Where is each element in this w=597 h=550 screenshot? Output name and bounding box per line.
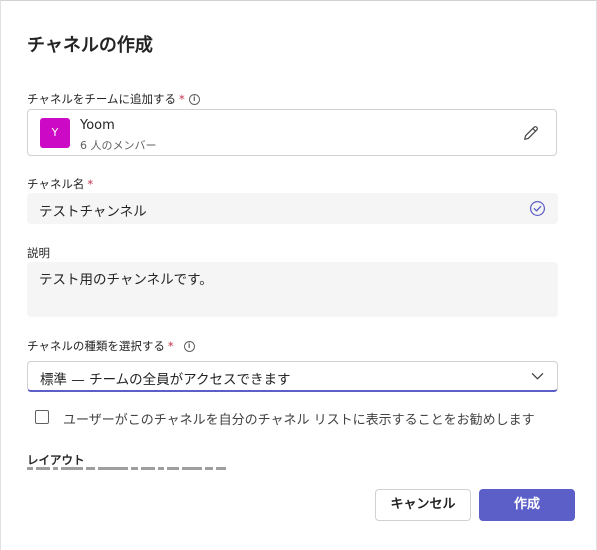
layout-options-cutoff [27,467,267,471]
channel-type-label-text: チャネルの種類を選択する [27,339,165,353]
channel-name-label-text: チャネル名 [27,177,85,191]
dialog-title: チャネルの作成 [27,35,153,56]
create-channel-dialog: チャネルの作成 チャネルをチームに追加する * i Y Yoom 6 人のメンバー … [0,0,597,550]
team-avatar: Y [40,118,70,148]
description-label: 説明 [27,246,50,260]
check-circle-icon [529,200,546,217]
show-in-list-checkbox[interactable] [35,410,49,424]
cancel-button[interactable]: キャンセル [375,489,471,521]
channel-type-label: チャネルの種類を選択する * i [27,338,195,354]
required-mark: * [87,177,94,191]
create-button[interactable]: 作成 [479,489,575,521]
info-icon[interactable]: i [183,341,195,352]
team-name: Yoom [80,118,115,133]
team-label-text: チャネルをチームに追加する [27,92,177,106]
show-in-list-label[interactable]: ユーザーがこのチャネルを自分のチャネル リストに表示することをお勧めします [63,409,535,428]
chevron-down-icon [531,373,544,380]
channel-name-label: チャネル名 * [27,176,93,192]
info-icon[interactable]: i [188,94,200,105]
pencil-icon[interactable] [522,124,540,142]
channel-name-input[interactable]: テストチャンネル [27,193,558,224]
description-value: テスト用のチャンネルです。 [39,272,213,288]
team-member-count: 6 人のメンバー [80,139,157,152]
channel-type-dropdown[interactable]: 標準 — チームの全員がアクセスできます [27,361,558,392]
channel-name-value: テストチャンネル [39,204,147,220]
team-section-label: チャネルをチームに追加する * i [27,91,200,107]
description-textarea[interactable]: テスト用のチャンネルです。 [27,262,558,317]
required-mark: * [167,339,174,353]
required-mark: * [179,92,185,106]
team-selector: Y Yoom 6 人のメンバー [27,109,557,156]
layout-label: レイアウト [27,453,85,467]
channel-type-selected: 標準 — チームの全員がアクセスできます [40,372,291,388]
